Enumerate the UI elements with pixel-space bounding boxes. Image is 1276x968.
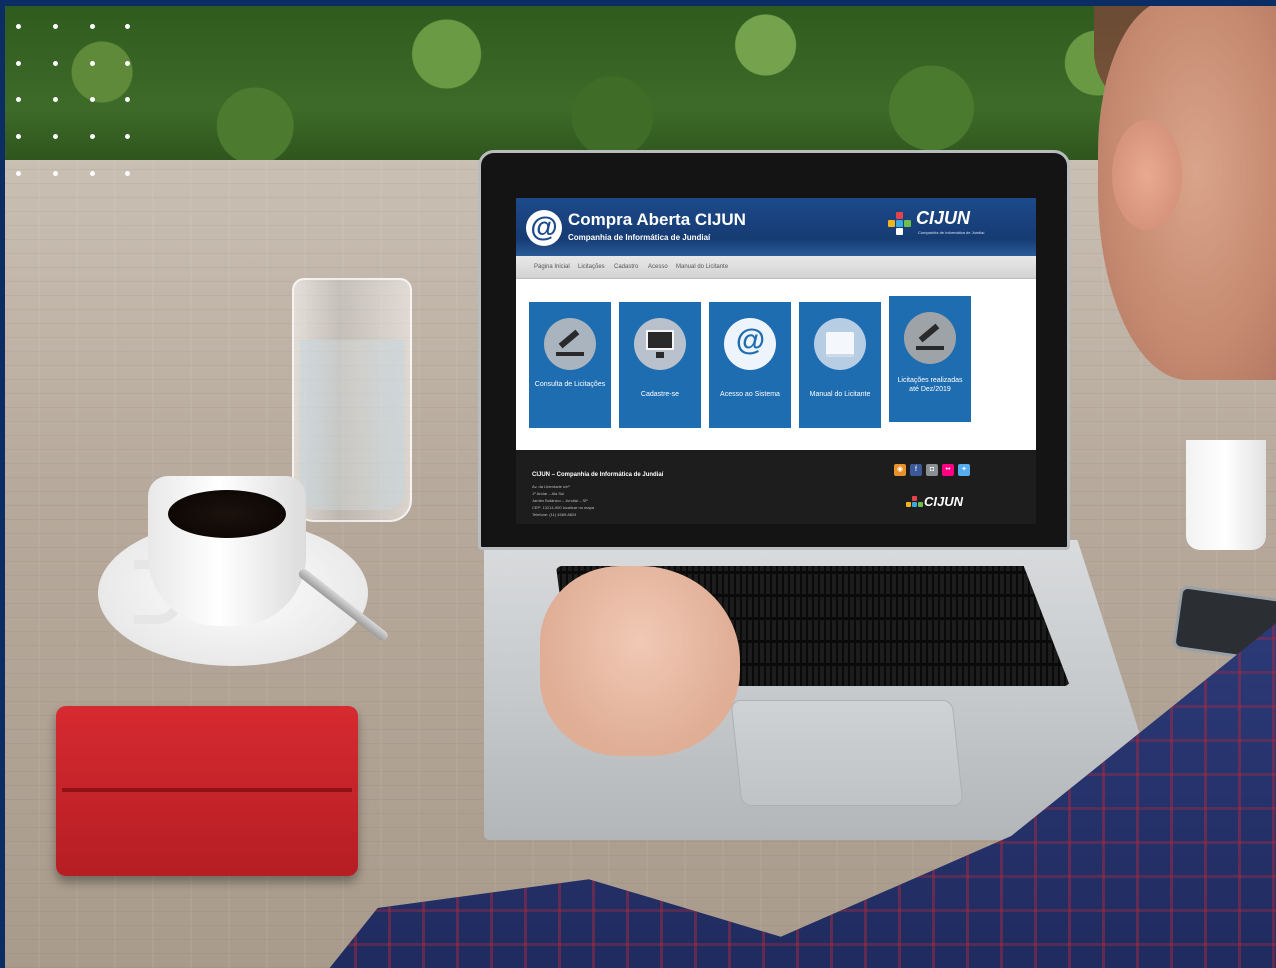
- monitor-screen: [646, 330, 674, 350]
- water-glass: [292, 278, 412, 522]
- flickr-icon[interactable]: ••: [942, 464, 954, 476]
- decor-dot: [125, 61, 130, 66]
- tile-label: Manual do Licitante: [809, 391, 871, 398]
- monitor-stand: [656, 352, 664, 358]
- frame-border-left: [0, 0, 5, 968]
- at-icon: @: [724, 318, 776, 370]
- decor-dot: [125, 134, 130, 139]
- footer-address-line: Av. da Liberdade s/nº: [532, 484, 570, 489]
- tile-label: Licitações realizadas até Dez/2019: [897, 377, 963, 393]
- decor-dot: [53, 97, 58, 102]
- decor-dot: [125, 97, 130, 102]
- decor-dot: [53, 61, 58, 66]
- tile-manual-licitante[interactable]: Manual do Licitante: [799, 302, 881, 428]
- gavel-base: [916, 346, 944, 350]
- instagram-icon[interactable]: ◘: [926, 464, 938, 476]
- site-footer: CIJUN – Companhia de Informática de Jund…: [516, 450, 1036, 524]
- person-ear: [1112, 120, 1182, 230]
- monitor-icon: [634, 318, 686, 370]
- brand-tagline: Companhia de Informática de Jundiaí: [918, 230, 985, 235]
- nav-item-cadastro[interactable]: Cadastro: [614, 264, 638, 270]
- nav-item-manual[interactable]: Manual do Licitante: [676, 264, 728, 270]
- gavel-base: [556, 352, 584, 356]
- wallet-flap: [62, 788, 352, 792]
- laptop-screen: @ Compra Aberta CIJUN Companhia de Infor…: [516, 198, 1036, 524]
- decor-dot: [16, 61, 21, 66]
- tile-licitacoes-2019[interactable]: Licitações realizadas até Dez/2019: [889, 296, 971, 422]
- decor-dot: [53, 24, 58, 29]
- tile-consulta-licitacoes[interactable]: Consulta de Licitações: [529, 302, 611, 428]
- coffee-cup: [148, 476, 306, 626]
- red-wallet: [56, 706, 358, 876]
- at-logo-icon: @: [526, 210, 562, 246]
- cijun-mark-icon: [888, 212, 912, 236]
- decor-dot: [53, 171, 58, 176]
- water: [300, 340, 404, 510]
- cijun-mark-icon: [906, 496, 923, 512]
- tile-acesso-sistema[interactable]: @ Acesso ao Sistema: [709, 302, 791, 428]
- tile-label: Acesso ao Sistema: [720, 391, 780, 398]
- nav-item-home[interactable]: Página Inicial: [534, 264, 570, 270]
- white-mug: [1186, 440, 1266, 550]
- laptop-trackpad: [730, 700, 964, 806]
- nav-item-licitacoes[interactable]: Licitações: [578, 264, 605, 270]
- decor-dot: [90, 61, 95, 66]
- facebook-icon[interactable]: f: [910, 464, 922, 476]
- footer-address-line: Jardim Botânico – Jundiaí – SP: [532, 498, 588, 503]
- decor-dot: [16, 171, 21, 176]
- decor-dot: [16, 24, 21, 29]
- decor-dot: [125, 171, 130, 176]
- footer-title: CIJUN – Companhia de Informática de Jund…: [532, 472, 664, 478]
- decor-dot: [90, 24, 95, 29]
- decor-dot: [53, 134, 58, 139]
- decor-dot: [90, 97, 95, 102]
- nav-item-acesso[interactable]: Acesso: [648, 264, 668, 270]
- tile-cadastre-se[interactable]: Cadastre-se: [619, 302, 701, 428]
- decor-dot: [125, 24, 130, 29]
- gavel-head: [558, 329, 580, 349]
- photo-scene: @ Compra Aberta CIJUN Companhia de Infor…: [0, 0, 1276, 968]
- rss-icon[interactable]: ◉: [894, 464, 906, 476]
- site-header: @ Compra Aberta CIJUN Companhia de Infor…: [516, 198, 1036, 256]
- footer-address-line: CEP: 13214-900 localizar no mapa: [532, 505, 595, 510]
- footer-cijun-logo[interactable]: CIJUN: [906, 494, 986, 518]
- site-subtitle: Companhia de Informática de Jundiaí: [568, 233, 711, 242]
- site-nav: Página Inicial Licitações Cadastro Acess…: [516, 256, 1036, 279]
- footer-address-line: 1º Andar – Ala Sul: [532, 491, 565, 496]
- tile-label: Cadastre-se: [640, 391, 680, 398]
- footer-brand-name: CIJUN: [924, 494, 964, 509]
- decor-dot: [16, 134, 21, 139]
- gavel-icon: [904, 312, 956, 364]
- brand-name: CIJUN: [916, 208, 971, 228]
- tile-label: Consulta de Licitações: [534, 381, 606, 388]
- book-icon: [814, 318, 866, 370]
- decor-dot: [16, 97, 21, 102]
- decor-dot: [90, 134, 95, 139]
- coffee: [168, 490, 286, 538]
- cijun-logo[interactable]: CIJUN Companhia de Informática de Jundia…: [888, 208, 1018, 242]
- book-shape: [826, 332, 854, 357]
- footer-phone-line: Telefone: (11) 4589-8824: [532, 512, 577, 517]
- decor-dot: [90, 171, 95, 176]
- at-symbol: @: [735, 324, 765, 357]
- twitter-icon[interactable]: ✦: [958, 464, 970, 476]
- site-title: Compra Aberta CIJUN: [568, 210, 746, 229]
- frame-border-top: [0, 0, 1276, 6]
- typing-hand: [540, 566, 740, 756]
- gavel-head: [918, 323, 940, 343]
- gavel-icon: [544, 318, 596, 370]
